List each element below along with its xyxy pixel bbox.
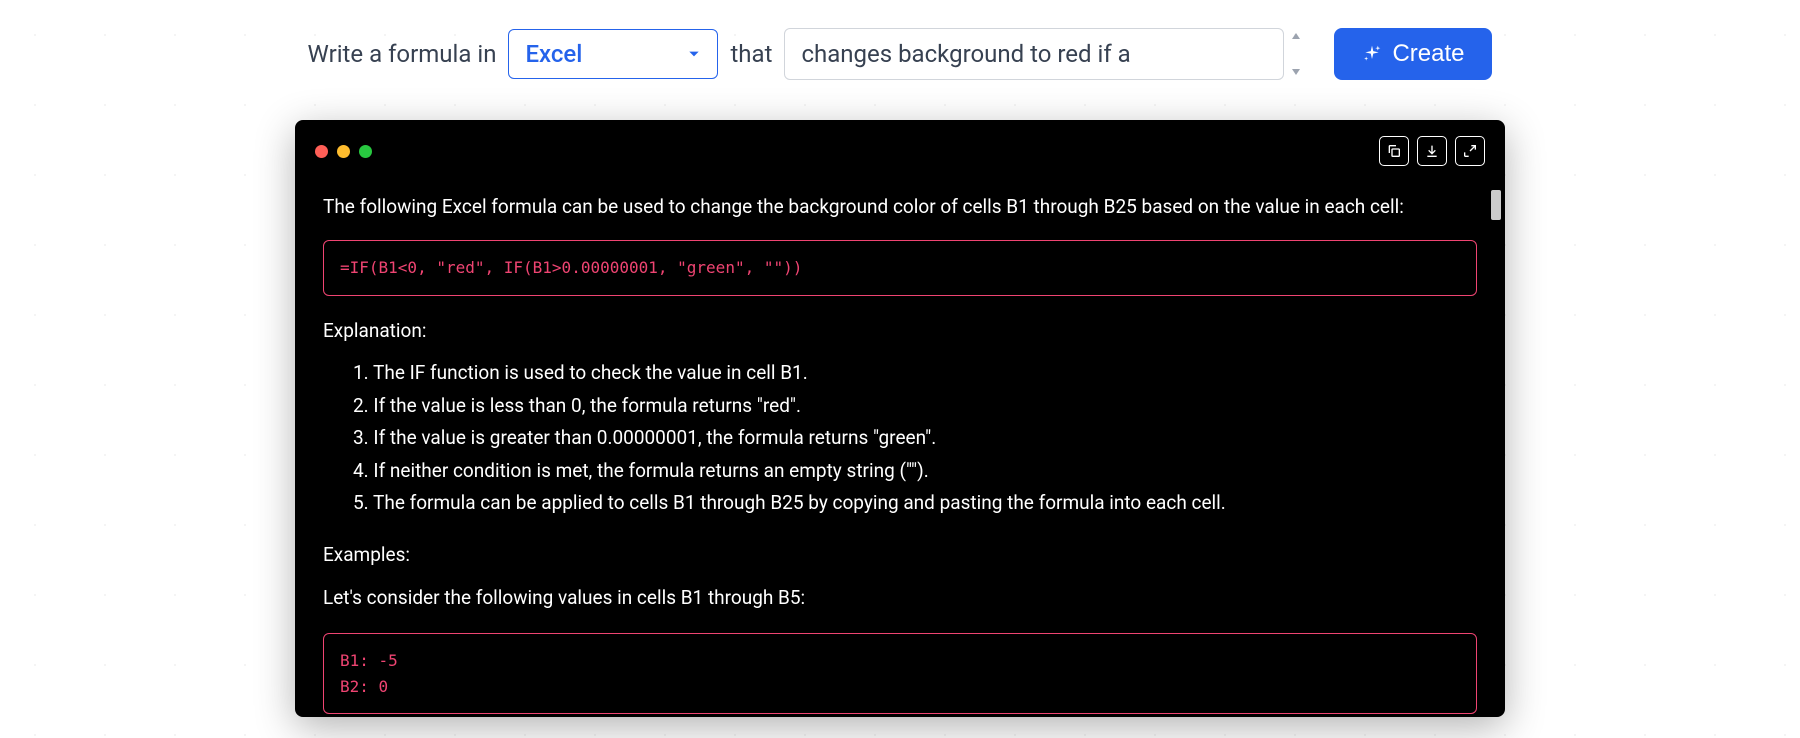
download-button[interactable] — [1417, 136, 1447, 166]
caret-down-icon — [687, 47, 701, 61]
dropdown-selected-value: Excel — [525, 40, 679, 68]
expand-button[interactable] — [1455, 136, 1485, 166]
create-button[interactable]: Create — [1334, 28, 1492, 80]
terminal-body: The following Excel formula can be used … — [295, 182, 1505, 717]
language-dropdown[interactable]: Excel — [508, 29, 718, 79]
explanation-heading: Explanation: — [323, 316, 1477, 346]
window-controls — [315, 145, 372, 158]
list-item: 3. If the value is greater than 0.000000… — [353, 423, 1477, 453]
close-icon[interactable] — [315, 145, 328, 158]
maximize-icon[interactable] — [359, 145, 372, 158]
examples-intro: Let's consider the following values in c… — [323, 583, 1477, 613]
spinner-up-icon[interactable] — [1288, 28, 1304, 44]
prompt-input[interactable] — [784, 28, 1284, 80]
scrollbar-thumb[interactable] — [1491, 190, 1501, 220]
terminal-header — [295, 120, 1505, 182]
list-item: 5. The formula can be applied to cells B… — [353, 488, 1477, 518]
formula-code-block: =IF(B1<0, "red", IF(B1>0.00000001, "gree… — [323, 240, 1477, 296]
input-spinner — [1288, 28, 1304, 80]
spinner-down-icon[interactable] — [1288, 64, 1304, 80]
output-intro: The following Excel formula can be used … — [323, 192, 1477, 222]
list-item: 1. The IF function is used to check the … — [353, 358, 1477, 388]
examples-heading: Examples: — [323, 540, 1477, 570]
list-item: 4. If neither condition is met, the form… — [353, 456, 1477, 486]
terminal-window: The following Excel formula can be used … — [295, 120, 1505, 717]
prompt-input-wrap — [784, 28, 1304, 80]
sparkle-icon — [1362, 44, 1382, 64]
prompt-middle-label: that — [730, 40, 772, 68]
copy-button[interactable] — [1379, 136, 1409, 166]
minimize-icon[interactable] — [337, 145, 350, 158]
explanation-list: 1. The IF function is used to check the … — [323, 358, 1477, 518]
example-values-block: B1: -5 B2: 0 — [323, 633, 1477, 714]
create-button-label: Create — [1392, 40, 1464, 68]
prompt-bar: Write a formula in Excel that Crea — [0, 0, 1800, 100]
list-item: 2. If the value is less than 0, the form… — [353, 391, 1477, 421]
prompt-prefix-label: Write a formula in — [308, 40, 497, 68]
terminal-actions — [1379, 136, 1485, 166]
